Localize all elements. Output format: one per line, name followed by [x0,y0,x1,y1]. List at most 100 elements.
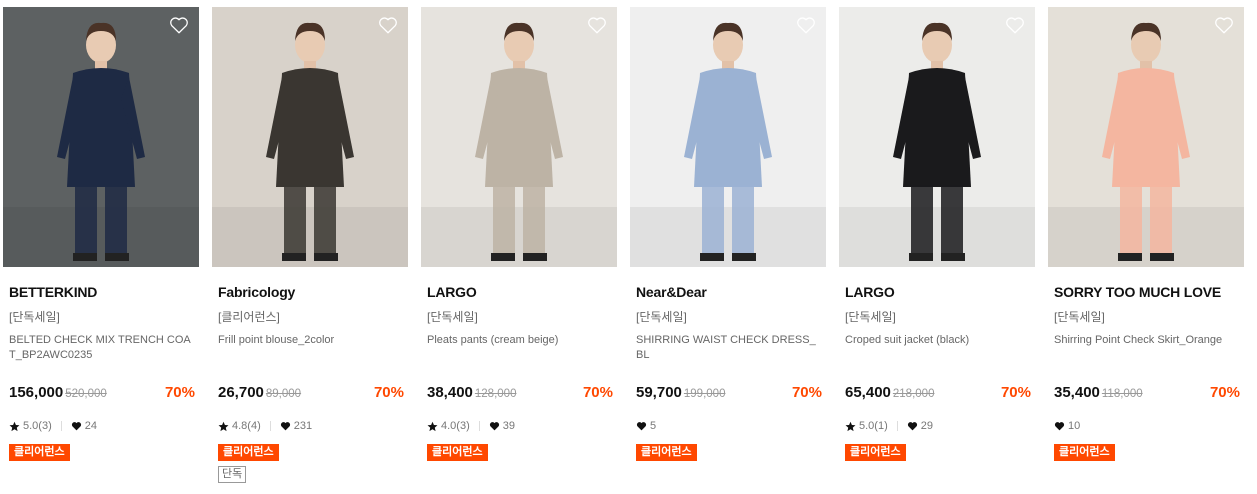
review-meta: 4.8(4) 231 [218,418,312,434]
sale-price: 38,400 [427,384,473,401]
product-card[interactable]: LARGO [단독세일] Pleats pants (cream beige) 38,… [421,7,617,494]
review-meta: 5 [636,418,656,434]
rating: 4.8(4) [218,420,261,432]
heart-filled-icon [636,421,647,431]
wishlist-heart-icon[interactable] [796,16,816,34]
likes-count: 10 [1068,420,1081,432]
likes-count: 29 [920,420,933,432]
likes: 24 [71,420,97,432]
product-card[interactable]: SORRY TOO MUCH LOVE [단독세일] Shirring Point … [1048,7,1244,494]
brand-name[interactable]: Fabricology [218,284,295,300]
product-image[interactable] [421,7,617,267]
discount-percent: 70% [791,384,822,401]
original-price: 199,000 [683,388,726,400]
product-image[interactable] [630,7,826,267]
brand-name[interactable]: LARGO [427,284,477,300]
sale-tag: [클리어런스] [218,310,280,324]
sale-price: 65,400 [845,384,891,401]
review-meta: 5.0(1) 29 [845,418,933,434]
likes: 39 [489,420,515,432]
sale-tag: [단독세일] [1054,310,1105,324]
clearance-badge: 클리어런스 [1054,444,1115,461]
sale-price: 35,400 [1054,384,1100,401]
discount-percent: 70% [373,384,404,401]
product-name[interactable]: SHIRRING WAIST CHECK DRESS_BL [636,333,822,363]
rating: 5.0(3) [9,420,52,432]
review-meta: 5.0(3) 24 [9,418,97,434]
rating: 5.0(1) [845,420,888,432]
divider [269,421,271,431]
rating: 4.0(3) [427,420,470,432]
exclusive-badge: 단독 [218,466,247,483]
clearance-badge: 클리어런스 [218,444,279,461]
wishlist-heart-icon[interactable] [169,16,189,34]
clearance-badge: 클리어런스 [845,444,906,461]
rating-text: 4.0(3) [441,420,470,432]
wishlist-heart-icon[interactable] [1005,16,1025,34]
original-price: 520,000 [65,388,107,400]
likes-count: 5 [650,420,657,432]
clearance-badge: 클리어런스 [9,444,70,461]
sale-price: 156,000 [9,384,64,401]
price-row: 65,400 218,000 70% [845,384,1031,404]
brand-name[interactable]: SORRY TOO MUCH LOVE [1054,284,1221,300]
price-row: 26,700 89,000 70% [218,384,404,404]
product-grid: BETTERKIND [단독세일] BELTED CHECK MIX TRENCH … [0,0,1257,494]
product-card[interactable]: BETTERKIND [단독세일] BELTED CHECK MIX TRENCH … [3,7,199,494]
brand-name[interactable]: LARGO [845,284,895,300]
product-image[interactable] [3,7,199,267]
rating-text: 5.0(3) [23,420,52,432]
product-image[interactable] [212,7,408,267]
likes-count: 39 [502,420,515,432]
product-name[interactable]: Frill point blouse_2color [218,333,404,348]
clearance-badge: 클리어런스 [427,444,488,461]
likes: 231 [280,420,312,432]
rating-text: 5.0(1) [859,420,888,432]
sale-tag: [단독세일] [636,310,687,324]
sale-tag: [단독세일] [9,310,60,324]
divider [478,421,480,431]
wishlist-heart-icon[interactable] [587,16,607,34]
price-row: 38,400 128,000 70% [427,384,613,404]
discount-percent: 70% [1000,384,1031,401]
discount-percent: 70% [582,384,613,401]
likes-count: 24 [84,420,97,432]
likes-count: 231 [293,420,313,432]
star-icon [427,421,438,432]
product-card[interactable]: LARGO [단독세일] Croped suit jacket (black) 65,… [839,7,1035,494]
wishlist-heart-icon[interactable] [1214,16,1234,34]
sale-price: 59,700 [636,384,682,401]
divider [60,421,62,431]
product-card[interactable]: Near&Dear [단독세일] SHIRRING WAIST CHECK DRES… [630,7,826,494]
divider [896,421,898,431]
product-name[interactable]: BELTED CHECK MIX TRENCH COAT_BP2AWC0235 [9,333,195,363]
likes: 10 [1054,420,1080,432]
wishlist-heart-icon[interactable] [378,16,398,34]
price-row: 35,400 118,000 70% [1054,384,1240,404]
heart-filled-icon [489,421,500,431]
review-meta: 4.0(3) 39 [427,418,515,434]
rating-text: 4.8(4) [232,420,261,432]
original-price: 218,000 [892,388,935,400]
original-price: 128,000 [474,388,517,400]
product-image[interactable] [1048,7,1244,267]
brand-name[interactable]: Near&Dear [636,284,707,300]
product-name[interactable]: Pleats pants (cream beige) [427,333,613,348]
heart-filled-icon [280,421,291,431]
likes: 5 [636,420,656,432]
product-image[interactable] [839,7,1035,267]
heart-filled-icon [1054,421,1065,431]
sale-tag: [단독세일] [845,310,896,324]
clearance-badge: 클리어런스 [636,444,697,461]
product-name[interactable]: Shirring Point Check Skirt_Orange [1054,333,1240,348]
star-icon [845,421,856,432]
discount-percent: 70% [1209,384,1240,401]
product-card[interactable]: Fabricology [클리어런스] Frill point blouse_2co… [212,7,408,494]
brand-name[interactable]: BETTERKIND [9,284,97,300]
discount-percent: 70% [164,384,195,401]
price-row: 156,000 520,000 70% [9,384,195,404]
product-name[interactable]: Croped suit jacket (black) [845,333,1031,348]
review-meta: 10 [1054,418,1080,434]
original-price: 89,000 [265,388,302,400]
sale-price: 26,700 [218,384,264,401]
